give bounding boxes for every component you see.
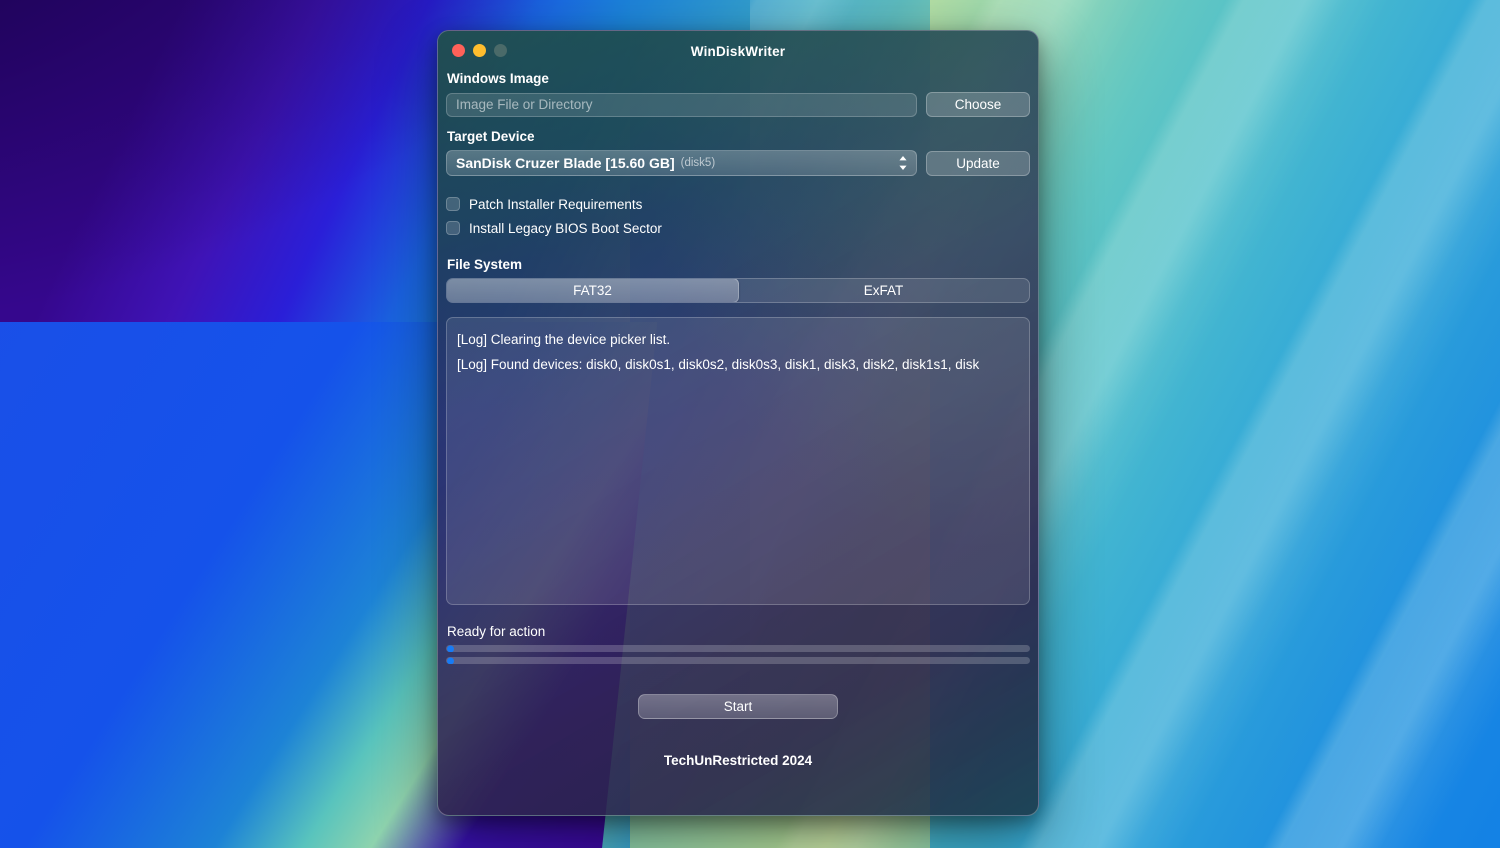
log-line: [Log] Found devices: disk0, disk0s1, dis…: [457, 357, 980, 372]
windows-image-label: Windows Image: [447, 71, 549, 86]
minimize-window-button[interactable]: [473, 44, 486, 57]
chevron-up-down-icon: [898, 155, 908, 171]
progress-bar-primary: [446, 645, 1030, 652]
windows-image-section: Windows Image Image File or Directory Ch…: [438, 71, 1038, 117]
target-device-identifier: (disk5): [680, 157, 716, 169]
desktop-wallpaper: WinDiskWriter Windows Image Image File o…: [0, 0, 1500, 848]
start-button-row: Start: [438, 694, 1038, 719]
option-label: Patch Installer Requirements: [469, 196, 643, 212]
windows-image-row: Image File or Directory Choose: [446, 92, 1030, 117]
zoom-window-button[interactable]: [494, 44, 507, 57]
close-window-button[interactable]: [452, 44, 465, 57]
option-label: Install Legacy BIOS Boot Sector: [469, 220, 662, 236]
progress-knob: [447, 645, 454, 652]
file-system-section: File System FAT32 ExFAT: [438, 257, 1038, 303]
choose-button[interactable]: Choose: [926, 92, 1030, 117]
log-output-area[interactable]: [Log] Clearing the device picker list. […: [446, 317, 1030, 605]
option-install-legacy-bios-boot-sector[interactable]: Install Legacy BIOS Boot Sector: [446, 216, 1030, 240]
options-section: Patch Installer Requirements Install Leg…: [438, 192, 1038, 240]
target-device-section: Target Device SanDisk Cruzer Blade [15.6…: [438, 129, 1038, 176]
target-device-row: SanDisk Cruzer Blade [15.60 GB] (disk5) …: [446, 150, 1030, 176]
progress-knob: [447, 657, 454, 664]
progress-bar-secondary: [446, 657, 1030, 664]
windiskwriter-window: WinDiskWriter Windows Image Image File o…: [437, 30, 1039, 816]
target-device-select[interactable]: SanDisk Cruzer Blade [15.60 GB] (disk5): [446, 150, 917, 176]
checkbox-icon[interactable]: [446, 197, 460, 211]
title-bar: WinDiskWriter: [438, 31, 1038, 71]
status-label: Ready for action: [447, 624, 546, 639]
traffic-light-buttons: [452, 44, 507, 57]
footer-credit: TechUnRestricted 2024: [663, 753, 813, 768]
log-line: [Log] Clearing the device picker list.: [457, 332, 671, 347]
checkbox-icon[interactable]: [446, 221, 460, 235]
image-path-input[interactable]: Image File or Directory: [446, 92, 917, 117]
target-device-name: SanDisk Cruzer Blade [15.60 GB]: [456, 155, 675, 171]
file-system-label: File System: [447, 257, 523, 272]
file-system-segmented-control[interactable]: FAT32 ExFAT: [446, 278, 1030, 303]
option-patch-installer-requirements[interactable]: Patch Installer Requirements: [446, 192, 1030, 216]
start-button[interactable]: Start: [638, 694, 838, 719]
update-button[interactable]: Update: [926, 150, 1030, 176]
segment-fat32[interactable]: FAT32: [447, 279, 739, 302]
segment-exfat[interactable]: ExFAT: [738, 279, 1029, 302]
target-device-label: Target Device: [447, 129, 535, 144]
window-title: WinDiskWriter: [690, 43, 786, 59]
